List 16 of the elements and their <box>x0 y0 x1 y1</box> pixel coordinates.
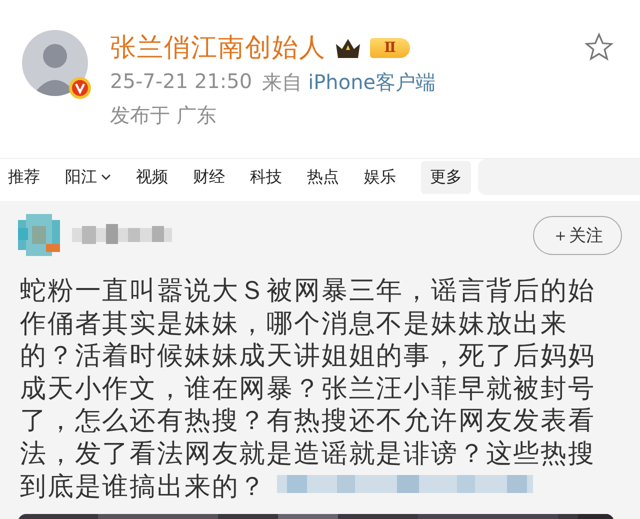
nav-tab[interactable]: 财经 <box>193 160 225 194</box>
star-icon[interactable] <box>584 32 614 62</box>
nav-tab[interactable]: 视频 <box>136 160 168 194</box>
source-label: 来自 <box>262 69 302 96</box>
blurred-avatar <box>18 214 60 256</box>
nav-tab[interactable]: 阳江 <box>65 160 111 194</box>
nav-tab[interactable]: 热点 <box>307 160 339 194</box>
nav-tab[interactable]: 娱乐 <box>364 160 396 194</box>
source-link[interactable]: iPhone客户端 <box>308 69 436 96</box>
post-time: 25-7-21 21:50 <box>110 69 252 95</box>
nav-tab[interactable]: 科技 <box>250 160 282 194</box>
nav-tab[interactable]: 推荐 <box>8 160 40 194</box>
post-text: 蛇粉一直叫嚣说大Ｓ被网暴三年，谣言背后的始作俑者其实是妹妹，哪个消息不是妹妹放出来的？活着时候妹妹成天讲姐姐的事，死了后妈妈成天小作文，谁在网暴？张兰汪小菲早就被封号了，怎么还有热搜？有热搜还不允许网友发表看法，发了看法网友就是造谣就是诽谤？这些热搜到底是谁搞出来的？ <box>20 275 596 504</box>
level-badge: Ⅱ <box>370 38 410 58</box>
follow-button[interactable]: ＋关注 <box>533 216 622 254</box>
post-location: 发布于 广东 <box>110 102 218 129</box>
